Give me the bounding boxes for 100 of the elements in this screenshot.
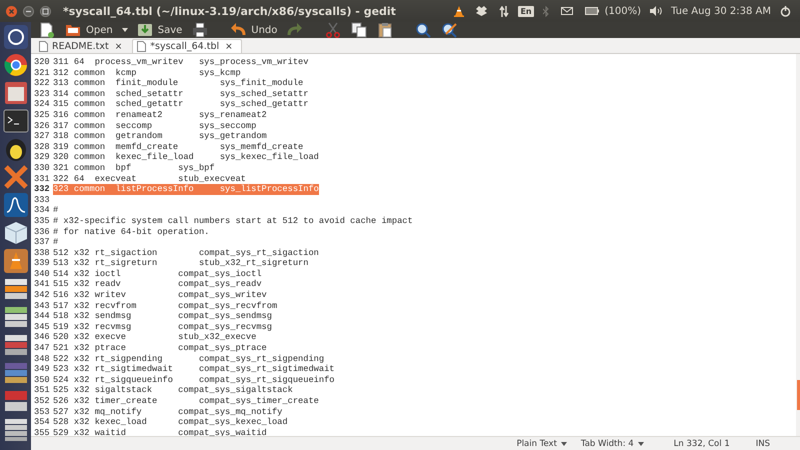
code-line: #	[53, 205, 58, 216]
line-number: 322	[34, 78, 50, 89]
line-number: 351	[34, 385, 50, 396]
redo-icon	[287, 22, 304, 38]
traffic-cone-icon[interactable]	[454, 6, 464, 16]
open-button[interactable]: Open	[62, 22, 116, 38]
line-number: 334	[34, 205, 50, 216]
browser-icon[interactable]	[2, 52, 28, 78]
line-number: 342	[34, 290, 50, 301]
code-line: 523 x32 rt_sigtimedwait compat_sys_rt_sigtimedwait	[53, 364, 335, 375]
line-number: 330	[34, 162, 50, 174]
line-number: 348	[34, 354, 50, 364]
file-cabinet-icon[interactable]	[2, 80, 28, 106]
code-line: 319 common memfd_create sys_memfd_create	[53, 142, 304, 152]
code-line: 517 x32 recvfrom compat_sys_recvfrom	[53, 300, 278, 312]
code-line: 527 x32 mq_notify compat_sys_mq_notify	[53, 406, 282, 418]
tab-width-dropdown[interactable]: Tab Width: 4	[580, 438, 644, 448]
stacked-windows-icon[interactable]	[2, 276, 28, 302]
line-number: 337	[34, 237, 50, 248]
line-number: 344	[34, 311, 50, 322]
document-icon	[39, 41, 48, 52]
line-number: 355	[34, 428, 50, 436]
line-number: 339	[34, 258, 50, 269]
caret-icon	[122, 28, 128, 32]
line-number: 321	[34, 68, 50, 78]
maximize-icon[interactable]	[40, 6, 51, 16]
document-icon	[137, 41, 146, 52]
line-number: 353	[34, 406, 50, 418]
code-line: 525 x32 sigaltstack compat_sys_sigaltstack	[53, 385, 293, 396]
code-line: 516 x32 writev compat_sys_writev	[53, 290, 267, 301]
box-icon[interactable]	[476, 6, 488, 16]
line-number: 320	[34, 57, 50, 68]
code-line: 316 common renameat2 sys_renameat2	[53, 110, 267, 121]
tab[interactable]: *syscall_64.tbl ×	[132, 39, 242, 53]
terminal-icon[interactable]	[2, 108, 28, 134]
code-line: 322 64 execveat stub_execveat	[53, 174, 246, 184]
line-number: 352	[34, 396, 50, 407]
keyboard-layout-indicator[interactable]: En	[518, 6, 534, 16]
line-number: 324	[34, 99, 50, 110]
line-number: 350	[34, 374, 50, 386]
up-down-arrows-icon[interactable]	[499, 6, 510, 16]
code-line: #	[53, 237, 58, 248]
window-title: *syscall_64.tbl (~/linux-3.19/arch/x86/syscalls) - gedit	[63, 4, 396, 18]
code-line: 317 common seccomp sys_seccomp	[53, 120, 256, 132]
code-line: 518 x32 sendmsg compat_sys_sendmsg	[53, 311, 272, 322]
tab-label[interactable]: README.txt	[52, 41, 109, 52]
save-button[interactable]: Save	[134, 22, 186, 38]
power-icon[interactable]	[780, 6, 791, 16]
close-icon[interactable]	[6, 6, 17, 16]
undo-button[interactable]: Undo	[227, 22, 280, 38]
line-number: 333	[34, 194, 50, 206]
stacked-windows-icon[interactable]	[2, 304, 28, 330]
stacked-windows-icon[interactable]	[2, 360, 28, 386]
cursor-position: Ln 332, Col 1	[674, 438, 730, 448]
language-dropdown[interactable]: Plain Text	[516, 438, 567, 448]
bluetooth-icon[interactable]	[542, 6, 549, 16]
printer-icon	[192, 22, 208, 38]
close-tab-button[interactable]: ×	[223, 42, 235, 52]
line-number: 340	[34, 268, 50, 280]
envelope-icon[interactable]	[560, 7, 573, 15]
code-line: 321 common bpf sys_bpf	[53, 162, 215, 174]
stacked-windows-icon[interactable]	[2, 332, 28, 358]
traffic-cone-icon[interactable]	[2, 248, 28, 274]
line-number: 336	[34, 226, 50, 238]
battery-icon[interactable]	[584, 7, 599, 15]
code-line: 515 x32 readv compat_sys_readv	[53, 279, 262, 290]
speaker-icon[interactable]	[650, 6, 662, 16]
code-line: 521 x32 ptrace compat_sys_ptrace	[53, 343, 267, 354]
line-number: 346	[34, 332, 50, 344]
tab[interactable]: README.txt ×	[34, 39, 132, 53]
code-line: 513 x32 rt_sigreturn stub_x32_rt_sigreturn	[53, 258, 308, 269]
battery-percentage[interactable]: (100%)	[604, 6, 642, 16]
code-line: 314 common sched_setattr sys_sched_setattr	[53, 88, 308, 100]
scissors-icon	[325, 22, 342, 38]
cross-icon[interactable]	[2, 164, 28, 190]
line-number: 338	[34, 248, 50, 258]
waveform-icon[interactable]	[2, 192, 28, 218]
cube-icon[interactable]	[2, 220, 28, 246]
code-line: 312 common kcmp sys_kcmp	[53, 68, 241, 78]
stacked-windows-icon[interactable]	[2, 416, 28, 442]
code-line: 526 x32 timer_create compat_sys_timer_create	[53, 396, 319, 407]
minimize-icon[interactable]	[23, 6, 34, 16]
line-number: 341	[34, 279, 50, 290]
line-number: 323	[34, 88, 50, 100]
code-line: 512 x32 rt_sigaction compat_sys_rt_sigaction	[53, 248, 319, 258]
folder-icon	[65, 22, 81, 38]
line-number: 335	[34, 216, 50, 226]
line-number: 345	[34, 322, 50, 332]
code-line: 315 common sched_getattr sys_sched_getattr	[53, 99, 308, 110]
tab-label[interactable]: *syscall_64.tbl	[150, 41, 220, 52]
close-tab-button[interactable]: ×	[112, 42, 124, 52]
code-line: 320 common kexec_file_load sys_kexec_file_load	[53, 152, 319, 163]
search-icon	[415, 22, 432, 38]
undo-icon	[230, 22, 246, 38]
stacked-windows-icon[interactable]	[2, 388, 28, 414]
code-line: 311 64 process_vm_writev sys_process_vm_writev	[53, 57, 308, 68]
code-line: # for native 64-bit operation.	[53, 226, 210, 238]
line-number: 349	[34, 364, 50, 375]
line-number: 354	[34, 417, 50, 428]
clock[interactable]: Tue Aug 30 2:38 AM	[671, 6, 771, 16]
